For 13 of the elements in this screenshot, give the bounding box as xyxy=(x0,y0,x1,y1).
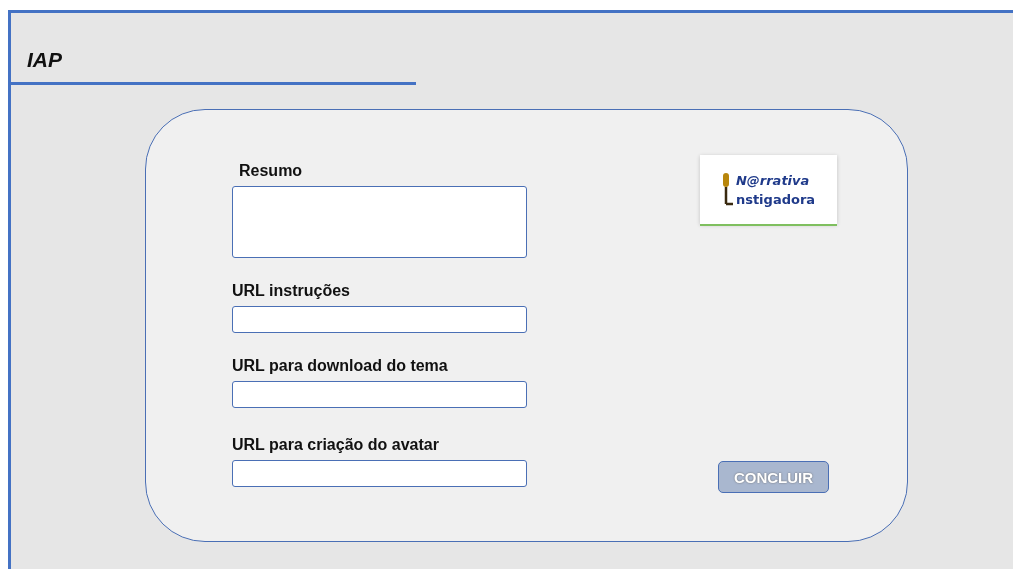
input-field[interactable] xyxy=(232,381,527,408)
text-area[interactable] xyxy=(232,186,527,258)
conclude-button[interactable]: CONCLUIR xyxy=(718,461,829,493)
field-label: Resumo xyxy=(239,162,304,180)
input-field[interactable] xyxy=(232,460,527,487)
page-title: IAP xyxy=(27,48,62,72)
logo-text: N@rrativa xyxy=(735,171,811,190)
microphone-icon xyxy=(721,172,734,207)
field-label: URL instruções xyxy=(232,282,351,300)
field-label: URL para criação do avatar xyxy=(232,436,440,454)
field-label: URL para download do tema xyxy=(232,357,449,375)
input-field[interactable] xyxy=(232,306,527,333)
logo-text: nstigadora xyxy=(735,190,816,209)
